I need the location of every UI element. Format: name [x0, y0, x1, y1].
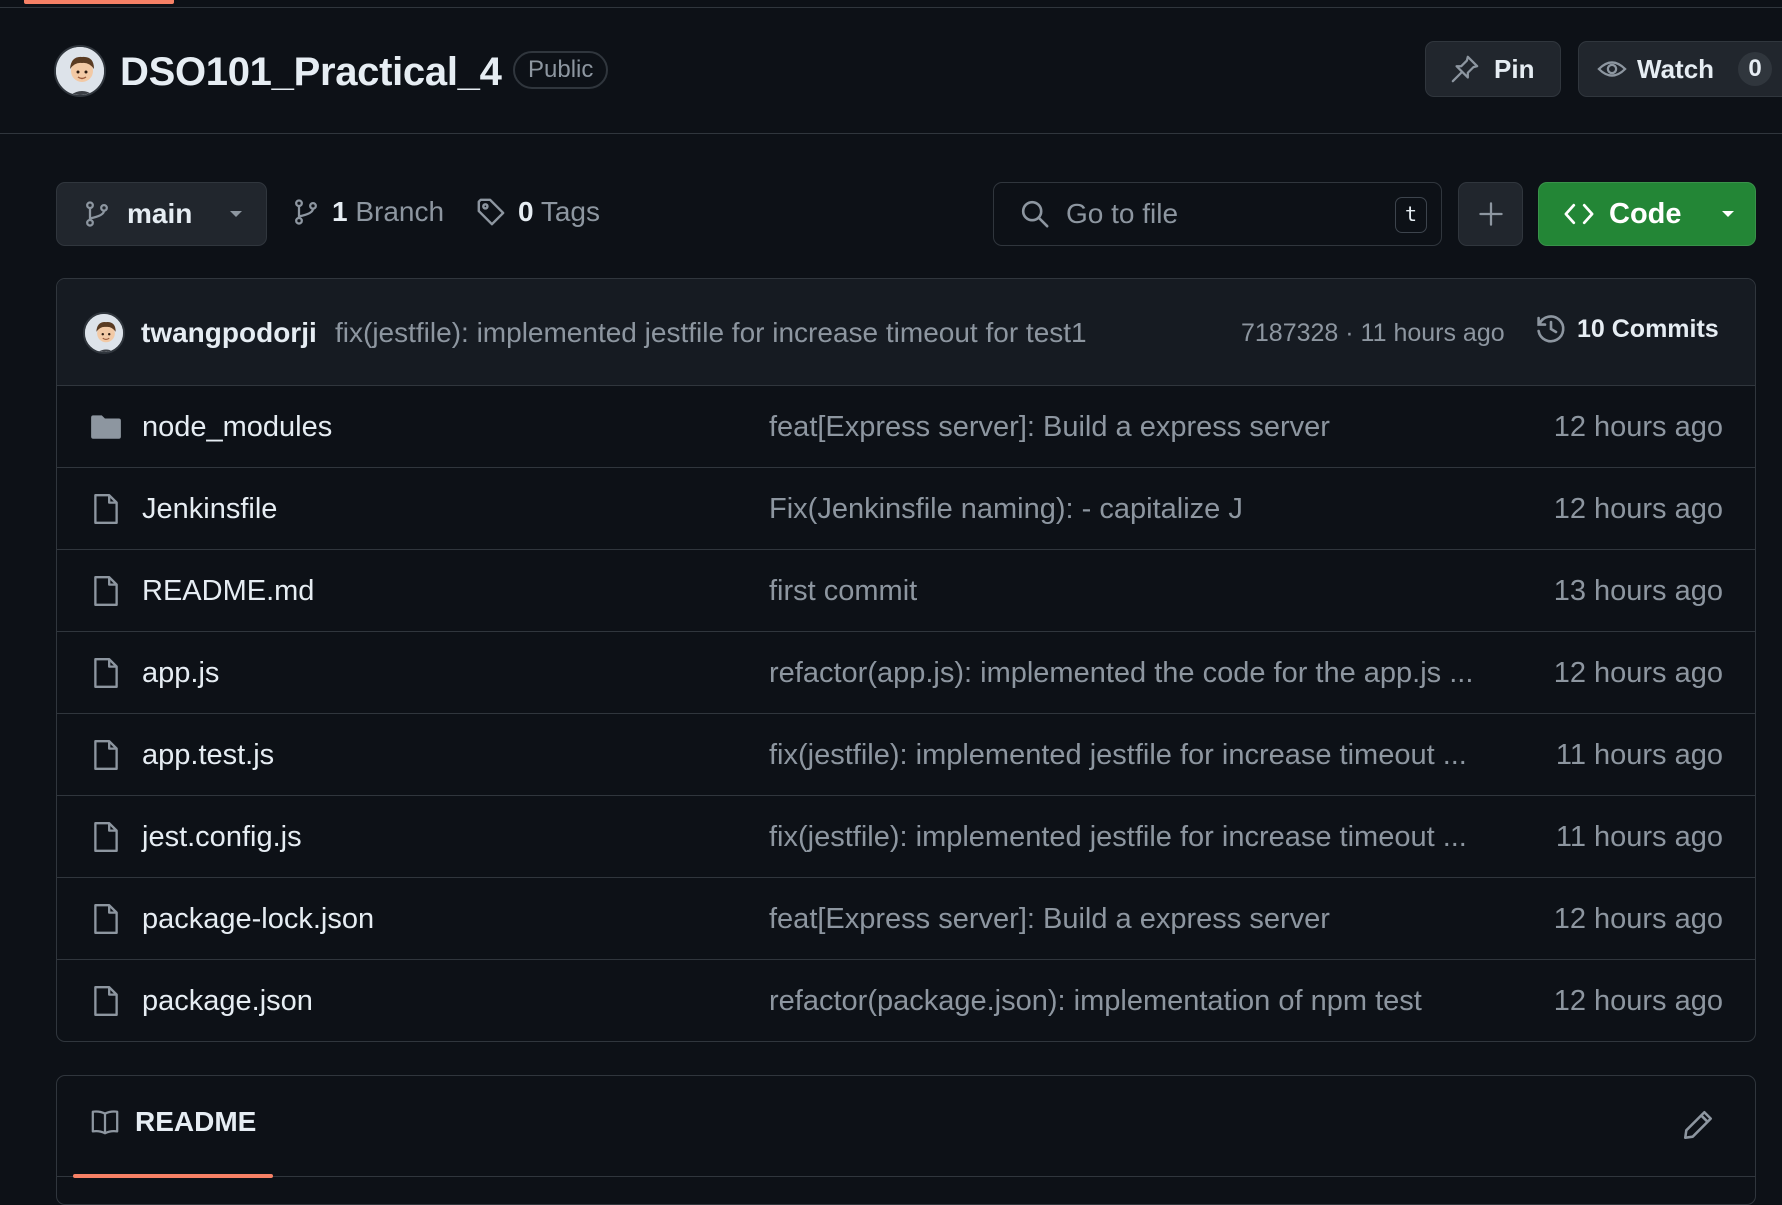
- file-name[interactable]: README.md: [142, 575, 314, 608]
- owner-avatar[interactable]: [54, 45, 106, 97]
- branches-link[interactable]: 1 Branch: [292, 196, 444, 228]
- file-commit-age: 12 hours ago: [1553, 657, 1723, 689]
- go-to-file-input[interactable]: Go to file t: [993, 182, 1442, 246]
- readme-tab[interactable]: README: [89, 1106, 256, 1138]
- search-placeholder: Go to file: [1066, 198, 1179, 229]
- commit-author[interactable]: twangpodorji: [141, 317, 317, 349]
- file-browser: twangpodorji fix(jestfile): implemented …: [56, 278, 1756, 1042]
- file-commit-age: 13 hours ago: [1553, 575, 1723, 607]
- branch-label: Branch: [355, 196, 445, 227]
- file-commit-age: 11 hours ago: [1555, 821, 1723, 853]
- branch-name: main: [127, 198, 193, 229]
- folder-icon: [89, 410, 123, 444]
- chevron-down-icon: [1720, 209, 1736, 219]
- chevron-down-icon: [228, 209, 244, 219]
- file-name[interactable]: package-lock.json: [142, 903, 374, 936]
- active-tab-indicator: [24, 0, 174, 4]
- commits-link[interactable]: 10 Commits: [1535, 313, 1719, 345]
- file-icon: [89, 656, 123, 690]
- visibility-badge: Public: [513, 51, 609, 89]
- readme-panel: README: [56, 1075, 1756, 1205]
- commits-count-label: 10 Commits: [1577, 314, 1719, 343]
- file-icon: [89, 738, 123, 772]
- file-commit-age: 12 hours ago: [1553, 985, 1723, 1017]
- file-commit-age: 12 hours ago: [1553, 903, 1723, 935]
- file-commit-message[interactable]: feat[Express server]: Build a express se…: [769, 411, 1549, 444]
- commit-message[interactable]: fix(jestfile): implemented jestfile for …: [335, 317, 1087, 349]
- tags-link[interactable]: 0 Tags: [476, 196, 600, 228]
- file-commit-age: 12 hours ago: [1553, 493, 1723, 525]
- file-row[interactable]: jest.config.js fix(jestfile): implemented…: [57, 796, 1755, 878]
- pin-icon: [1450, 54, 1480, 84]
- history-icon: [1535, 313, 1567, 345]
- search-icon: [1020, 199, 1050, 229]
- tag-icon: [476, 197, 506, 227]
- file-row[interactable]: app.test.js fix(jestfile): implemented je…: [57, 714, 1755, 796]
- file-icon: [89, 492, 123, 526]
- author-avatar[interactable]: [83, 312, 125, 354]
- branch-icon: [83, 200, 111, 228]
- branch-count: 1: [332, 196, 348, 227]
- pin-label: Pin: [1494, 53, 1535, 84]
- file-commit-message[interactable]: refactor(app.js): implemented the code f…: [769, 657, 1549, 690]
- plus-icon: [1478, 201, 1504, 227]
- file-row[interactable]: node_modules feat[Express server]: Build …: [57, 386, 1755, 468]
- code-button[interactable]: Code: [1538, 182, 1756, 246]
- file-row[interactable]: README.md first commit 13 hours ago: [57, 550, 1755, 632]
- file-name[interactable]: node_modules: [142, 411, 332, 444]
- file-icon: [89, 984, 123, 1018]
- file-name[interactable]: package.json: [142, 985, 313, 1018]
- file-commit-message[interactable]: Fix(Jenkinsfile naming): - capitalize J: [769, 493, 1549, 526]
- file-commit-message[interactable]: fix(jestfile): implemented jestfile for …: [769, 821, 1549, 854]
- file-row[interactable]: app.js refactor(app.js): implemented the …: [57, 632, 1755, 714]
- pin-button[interactable]: Pin: [1425, 41, 1561, 97]
- watch-count: 0: [1738, 52, 1773, 86]
- tag-count: 0: [518, 196, 534, 227]
- readme-header: README: [57, 1076, 1755, 1178]
- file-row[interactable]: package-lock.json feat[Express server]: B…: [57, 878, 1755, 960]
- book-icon: [89, 1107, 121, 1137]
- readme-tab-underline: [73, 1174, 273, 1178]
- file-row[interactable]: Jenkinsfile Fix(Jenkinsfile naming): - ca…: [57, 468, 1755, 550]
- file-commit-message[interactable]: first commit: [769, 575, 1549, 608]
- file-commit-message[interactable]: refactor(package.json): implementation o…: [769, 985, 1549, 1018]
- add-file-button[interactable]: [1458, 182, 1523, 246]
- file-commit-age: 12 hours ago: [1553, 411, 1723, 443]
- file-icon: [89, 902, 123, 936]
- file-row[interactable]: package.json refactor(package.json): impl…: [57, 960, 1755, 1041]
- pencil-icon[interactable]: [1681, 1108, 1715, 1142]
- file-name[interactable]: app.test.js: [142, 739, 274, 772]
- latest-commit-bar: twangpodorji fix(jestfile): implemented …: [57, 279, 1755, 386]
- file-icon: [89, 574, 123, 608]
- file-name[interactable]: app.js: [142, 657, 219, 690]
- code-label: Code: [1609, 197, 1682, 230]
- file-name[interactable]: Jenkinsfile: [142, 493, 277, 526]
- repo-header: DSO101_Practical_4 Public Pin Watch 0: [0, 8, 1782, 134]
- top-nav-strip: [0, 0, 1782, 8]
- file-commit-message[interactable]: fix(jestfile): implemented jestfile for …: [769, 739, 1549, 772]
- readme-label: README: [135, 1106, 257, 1137]
- file-commit-age: 11 hours ago: [1555, 739, 1723, 771]
- file-list: node_modules feat[Express server]: Build …: [57, 386, 1755, 1041]
- keyboard-shortcut-hint: t: [1395, 197, 1427, 233]
- file-icon: [89, 820, 123, 854]
- watch-button[interactable]: Watch 0: [1578, 41, 1782, 97]
- repo-name[interactable]: DSO101_Practical_4: [120, 50, 502, 95]
- branch-icon: [292, 198, 320, 226]
- file-commit-message[interactable]: feat[Express server]: Build a express se…: [769, 903, 1549, 936]
- file-name[interactable]: jest.config.js: [142, 821, 302, 854]
- eye-icon: [1597, 54, 1627, 84]
- commit-hash-time[interactable]: 7187328 · 11 hours ago: [1241, 319, 1505, 348]
- tag-label: Tags: [540, 196, 601, 227]
- code-icon: [1563, 200, 1595, 228]
- watch-label: Watch: [1637, 53, 1715, 84]
- branch-selector[interactable]: main: [56, 182, 267, 246]
